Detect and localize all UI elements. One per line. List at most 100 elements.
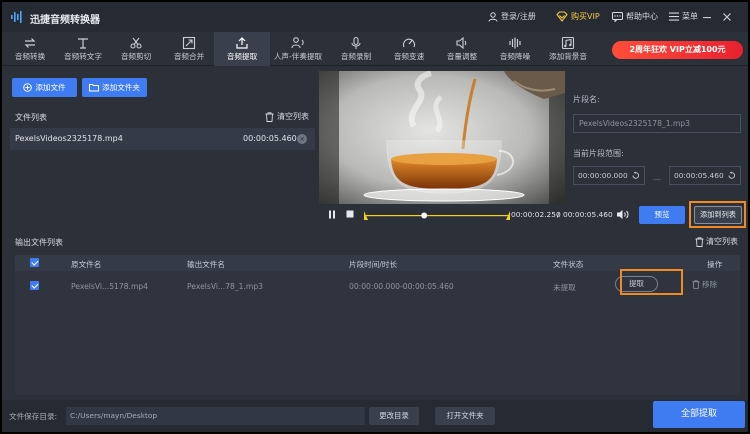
file-list-header: 文件列表 清空列表 bbox=[10, 108, 315, 126]
reset-time-icon[interactable] bbox=[727, 171, 736, 180]
plus-circle-icon bbox=[23, 83, 33, 92]
vip-diamond-icon bbox=[556, 11, 568, 22]
select-all-checkbox[interactable] bbox=[30, 258, 39, 267]
row-extract-button[interactable]: 提取 bbox=[615, 276, 658, 292]
end-time-value: 00:00:05.460 bbox=[674, 171, 724, 180]
time-separator: / bbox=[557, 210, 560, 219]
segment-range-label: 当前片段范围: bbox=[573, 149, 624, 158]
clear-list-label: 清空列表 bbox=[277, 112, 309, 121]
table-header: 原文件名 输出文件名 片段时间/时长 文件状态 操作 bbox=[15, 255, 740, 271]
tool-label: 添加背景音 bbox=[549, 52, 587, 61]
pause-icon[interactable] bbox=[328, 210, 336, 219]
reset-time-icon[interactable] bbox=[631, 171, 640, 180]
clear-file-list-button[interactable]: 清空列表 bbox=[265, 111, 309, 122]
save-dir-input[interactable]: C:/Users/mayn/Desktop bbox=[66, 407, 365, 425]
minimize-button[interactable] bbox=[700, 10, 714, 24]
add-folder-label: 添加文件夹 bbox=[102, 83, 140, 92]
tool-audio-extract[interactable]: 音频提取 bbox=[214, 32, 270, 66]
row-output-name: PexelsVi...78_1.mp3 bbox=[187, 282, 263, 291]
video-preview[interactable] bbox=[319, 71, 565, 204]
tool-vocal-extract[interactable]: 人声-伴奏提取 bbox=[267, 32, 329, 66]
app-window: 迅捷音频转换器 登录/注册 购买VIP 帮助中心 菜单 音频转换 音频转文字 音… bbox=[2, 2, 748, 432]
tool-add-background-music[interactable]: 添加背景音 bbox=[540, 32, 596, 66]
file-name: PexelsVideos2325178.mp4 bbox=[15, 134, 123, 143]
help-center-button[interactable]: 帮助中心 bbox=[612, 11, 658, 22]
minimize-icon bbox=[703, 17, 711, 19]
tool-label: 音频转换 bbox=[14, 52, 46, 61]
tool-audio-convert[interactable]: 音频转换 bbox=[2, 32, 58, 66]
mic-icon bbox=[351, 36, 361, 49]
hamburger-icon bbox=[669, 12, 679, 21]
total-time: 00:00:05.460 bbox=[563, 210, 613, 219]
file-list-title: 文件列表 bbox=[15, 113, 47, 122]
tool-label: 音频降噪 bbox=[499, 52, 531, 61]
vip-label: 购买VIP bbox=[571, 12, 600, 21]
tool-label: 音频转文字 bbox=[64, 52, 102, 61]
login-button[interactable]: 登录/注册 bbox=[488, 11, 536, 22]
tool-label: 音频合并 bbox=[173, 52, 205, 61]
player-controls: 00:00:02.250 / 00:00:05.460 bbox=[319, 204, 641, 225]
convert-icon bbox=[24, 38, 36, 48]
row-checkbox[interactable] bbox=[30, 281, 39, 290]
merge-icon bbox=[182, 36, 196, 50]
tool-audio-merge[interactable]: 音频合并 bbox=[161, 32, 217, 66]
tool-label: 音频提取 bbox=[226, 52, 258, 61]
extract-all-button[interactable]: 全部提取 bbox=[653, 401, 745, 428]
feature-toolbar: 音频转换 音频转文字 音频剪切 音频合并 音频提取 人声-伴奏提取 音频录制 音… bbox=[2, 32, 748, 66]
trash-icon bbox=[695, 236, 704, 247]
volume-icon bbox=[456, 36, 467, 50]
close-button[interactable] bbox=[720, 10, 734, 24]
tool-audio-cut[interactable]: 音频剪切 bbox=[108, 32, 164, 66]
open-folder-button[interactable]: 打开文件夹 bbox=[435, 407, 495, 425]
preview-button[interactable]: 预览 bbox=[639, 206, 685, 224]
file-duration: 00:00:05.460 bbox=[243, 134, 297, 143]
clear-output-list-button[interactable]: 清空列表 bbox=[695, 236, 738, 247]
change-dir-button[interactable]: 更改目录 bbox=[369, 407, 419, 425]
add-file-button[interactable]: 添加文件 bbox=[12, 78, 77, 97]
title-bar: 迅捷音频转换器 登录/注册 购买VIP 帮助中心 菜单 bbox=[2, 2, 748, 32]
tool-audio-denoise[interactable]: 音频降噪 bbox=[487, 32, 543, 66]
row-segment-time: 00:00:00.000-00:00:05.460 bbox=[349, 282, 454, 291]
file-list-item[interactable]: PexelsVideos2325178.mp4 00:00:05.460 × bbox=[10, 128, 315, 150]
background-music-icon bbox=[561, 36, 575, 50]
add-to-list-button[interactable]: 添加到列表 bbox=[694, 206, 742, 224]
close-icon bbox=[723, 13, 731, 21]
trash-icon bbox=[265, 111, 274, 122]
promo-banner[interactable]: 2周年狂欢 VIP立减100元 bbox=[612, 41, 743, 59]
speed-icon bbox=[402, 38, 416, 48]
row-remove-label: 移除 bbox=[702, 280, 718, 289]
col-actions: 操作 bbox=[707, 260, 723, 269]
login-label: 登录/注册 bbox=[501, 12, 536, 21]
remove-file-icon[interactable]: × bbox=[297, 134, 307, 144]
volume-icon[interactable] bbox=[616, 209, 629, 220]
footer-bar: 文件保存目录: C:/Users/mayn/Desktop 更改目录 打开文件夹… bbox=[2, 400, 748, 432]
current-time: 00:00:02.250 bbox=[511, 210, 561, 219]
col-source-name: 原文件名 bbox=[71, 260, 102, 269]
tool-audio-record[interactable]: 音频录制 bbox=[328, 32, 384, 66]
add-folder-button[interactable]: 添加文件夹 bbox=[82, 78, 147, 97]
trash-icon bbox=[692, 280, 700, 289]
output-list-title: 输出文件列表 bbox=[15, 238, 63, 247]
tea-pour-image bbox=[319, 71, 565, 204]
segment-name-label: 片段名: bbox=[573, 95, 600, 104]
scissors-icon bbox=[130, 37, 142, 49]
start-time-input[interactable]: 00:00:00.000 bbox=[573, 166, 645, 185]
tool-audio-to-text[interactable]: 音频转文字 bbox=[55, 32, 111, 66]
start-time-value: 00:00:00.000 bbox=[578, 171, 628, 180]
segment-name-input[interactable]: PexelsVideos2325178_1.mp3 bbox=[573, 114, 741, 133]
playhead-handle[interactable] bbox=[421, 212, 428, 219]
buy-vip-button[interactable]: 购买VIP bbox=[556, 11, 600, 22]
tool-label: 人声-伴奏提取 bbox=[273, 52, 323, 61]
stop-icon[interactable] bbox=[346, 210, 354, 219]
save-dir-label: 文件保存目录: bbox=[9, 412, 58, 421]
row-remove-button[interactable]: 移除 bbox=[692, 279, 717, 290]
tool-label: 音量调整 bbox=[446, 52, 478, 61]
tool-audio-speed[interactable]: 音频变速 bbox=[381, 32, 437, 66]
end-time-input[interactable]: 00:00:05.460 bbox=[669, 166, 741, 185]
output-clear-label: 清空列表 bbox=[706, 237, 738, 246]
tool-volume-adjust[interactable]: 音量调整 bbox=[434, 32, 490, 66]
timeline-track[interactable] bbox=[363, 207, 511, 222]
row-status: 未提取 bbox=[553, 283, 576, 292]
menu-button[interactable]: 菜单 bbox=[669, 11, 698, 22]
app-title: 迅捷音频转换器 bbox=[30, 15, 100, 26]
